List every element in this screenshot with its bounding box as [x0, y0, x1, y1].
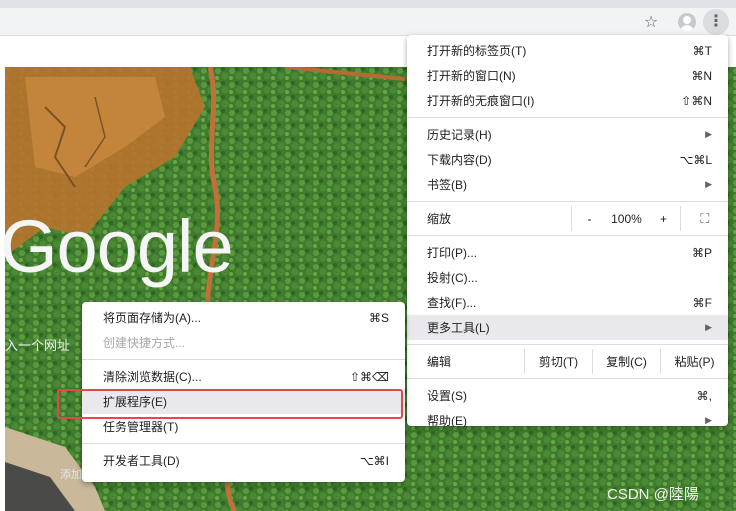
menu-divider: [82, 443, 405, 444]
zoom-in-button[interactable]: +: [646, 212, 680, 226]
menu-new-window[interactable]: 打开新的窗口(N) ⌘N: [407, 63, 728, 88]
more-vert-icon[interactable]: ⋮: [703, 9, 729, 35]
tab-strip: [0, 0, 736, 8]
menu-divider: [407, 117, 728, 118]
menu-help[interactable]: 帮助(E) ▶: [407, 408, 728, 433]
menu-new-tab[interactable]: 打开新的标签页(T) ⌘T: [407, 38, 728, 63]
menu-divider: [82, 359, 405, 360]
submenu-developer-tools[interactable]: 开发者工具(D) ⌥⌘I: [82, 448, 405, 473]
fullscreen-icon[interactable]: ⛶: [680, 206, 728, 231]
menu-find[interactable]: 查找(F)... ⌘F: [407, 290, 728, 315]
edit-label: 编辑: [427, 355, 452, 369]
chrome-main-menu: 打开新的标签页(T) ⌘T 打开新的窗口(N) ⌘N 打开新的无痕窗口(I) ⇧…: [407, 35, 728, 428]
chevron-right-icon: ▶: [705, 415, 712, 425]
highlight-annotation-box: [57, 389, 403, 419]
menu-divider: [407, 378, 728, 379]
google-logo: Google: [0, 205, 234, 288]
menu-more-tools[interactable]: 更多工具(L) ▶: [407, 315, 728, 340]
add-shortcut-label[interactable]: 添加: [60, 466, 82, 482]
profile-avatar-icon[interactable]: [676, 11, 698, 33]
menu-print[interactable]: 打印(P)... ⌘P: [407, 240, 728, 265]
menu-zoom-row: 缩放 - 100% + ⛶: [407, 206, 728, 231]
menu-new-incognito-window[interactable]: 打开新的无痕窗口(I) ⇧⌘N: [407, 88, 728, 113]
chevron-right-icon: ▶: [705, 322, 712, 332]
chevron-right-icon: ▶: [705, 129, 712, 139]
browser-toolbar: ☆ ⋮: [0, 8, 736, 36]
zoom-label: 缩放: [427, 212, 452, 226]
menu-downloads[interactable]: 下载内容(D) ⌥⌘L: [407, 147, 728, 172]
zoom-control: - 100% +: [571, 206, 680, 231]
menu-history[interactable]: 历史记录(H) ▶: [407, 122, 728, 147]
menu-settings[interactable]: 设置(S) ⌘,: [407, 383, 728, 408]
zoom-level: 100%: [611, 211, 642, 226]
submenu-clear-browsing-data[interactable]: 清除浏览数据(C)... ⇧⌘⌫: [82, 364, 405, 389]
submenu-save-page[interactable]: 将页面存储为(A)... ⌘S: [82, 305, 405, 330]
menu-edit-row: 编辑 剪切(T) 复制(C) 粘贴(P): [407, 349, 728, 374]
menu-bookmarks[interactable]: 书签(B) ▶: [407, 172, 728, 197]
star-icon[interactable]: ☆: [640, 11, 662, 33]
menu-divider: [407, 344, 728, 345]
cut-button[interactable]: 剪切(T): [524, 349, 592, 374]
menu-divider: [407, 235, 728, 236]
copy-button[interactable]: 复制(C): [592, 349, 660, 374]
search-box-placeholder[interactable]: 入一个网址: [5, 335, 70, 354]
chevron-right-icon: ▶: [705, 179, 712, 189]
paste-button[interactable]: 粘贴(P): [660, 349, 728, 374]
menu-cast[interactable]: 投射(C)...: [407, 265, 728, 290]
menu-divider: [407, 201, 728, 202]
zoom-out-button[interactable]: -: [572, 212, 606, 226]
submenu-create-shortcut[interactable]: 创建快捷方式...: [82, 330, 405, 355]
watermark: CSDN @陸陽: [607, 486, 699, 503]
